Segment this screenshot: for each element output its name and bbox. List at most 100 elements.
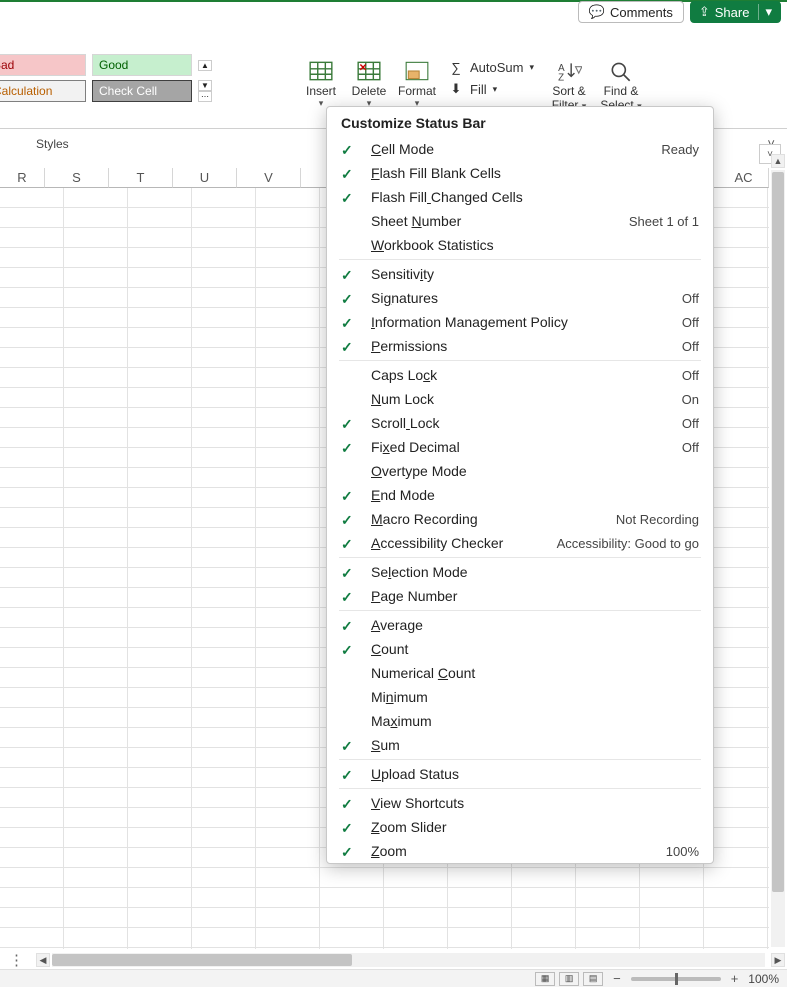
check-icon: ✓ xyxy=(341,536,353,553)
column-header[interactable]: U xyxy=(173,168,237,188)
fill-button[interactable]: ⬇ Fill ▾ xyxy=(448,78,534,100)
status-bar-menu-item[interactable]: ✓Cell ModeReady xyxy=(327,137,713,161)
menu-item-status: Ready xyxy=(661,142,699,157)
check-icon: ✓ xyxy=(341,767,353,784)
zoom-in-button[interactable]: + xyxy=(731,971,739,986)
scroll-up-button[interactable]: ▲ xyxy=(771,154,785,168)
autosum-button[interactable]: ∑ AutoSum ▾ xyxy=(448,56,534,78)
check-icon: ✓ xyxy=(341,565,353,582)
zoom-level[interactable]: 100% xyxy=(748,972,779,986)
status-bar-menu-item[interactable]: Maximum xyxy=(327,709,713,733)
menu-item-label: Count xyxy=(371,641,408,657)
status-bar-menu-item[interactable]: Num LockOn xyxy=(327,387,713,411)
style-bad[interactable]: Bad xyxy=(0,54,86,76)
status-bar-menu-item[interactable]: Overtype Mode xyxy=(327,459,713,483)
status-bar-menu-item[interactable]: Workbook Statistics xyxy=(327,233,713,257)
chevron-down-icon: ▾ xyxy=(493,84,498,95)
menu-item-label: Sensitivity xyxy=(371,266,434,282)
zoom-out-button[interactable]: − xyxy=(613,971,621,986)
zoom-slider[interactable] xyxy=(631,977,721,981)
status-bar: ▦ ▥ ▤ − + 100% xyxy=(0,969,787,987)
style-calculation[interactable]: Calculation xyxy=(0,80,86,102)
check-icon: ✓ xyxy=(341,820,353,837)
zoom-slider-thumb[interactable] xyxy=(675,973,678,985)
status-bar-menu-item[interactable]: ✓Page Number xyxy=(327,584,713,608)
insert-button[interactable]: Insert ▾ xyxy=(298,58,344,111)
styles-group-label: Styles xyxy=(36,137,69,151)
menu-item-label: Upload Status xyxy=(371,766,459,782)
menu-separator xyxy=(339,610,701,611)
menu-item-label: Overtype Mode xyxy=(371,463,467,479)
share-button[interactable]: ⇪ Share ▾ xyxy=(690,1,781,23)
share-label: Share xyxy=(715,5,750,20)
check-icon: ✓ xyxy=(341,796,353,813)
check-icon: ✓ xyxy=(341,738,353,755)
status-bar-menu-item[interactable]: Sheet NumberSheet 1 of 1 xyxy=(327,209,713,233)
horizontal-scroll-thumb[interactable] xyxy=(52,954,352,966)
status-bar-menu-item[interactable]: ✓Zoom100% xyxy=(327,839,713,863)
status-bar-menu-item[interactable]: ✓Macro RecordingNot Recording xyxy=(327,507,713,531)
status-bar-menu-item[interactable]: ✓ Count xyxy=(327,637,713,661)
comments-button[interactable]: 💬 Comments xyxy=(578,1,684,23)
menu-item-label: Workbook Statistics xyxy=(371,237,494,253)
check-icon: ✓ xyxy=(341,589,353,606)
styles-scroll-down[interactable]: ▼ xyxy=(198,80,212,91)
page-break-view-button[interactable]: ▤ xyxy=(583,972,603,986)
status-bar-menu-item[interactable]: Numerical Count xyxy=(327,661,713,685)
status-bar-menu-item[interactable]: ✓Average xyxy=(327,613,713,637)
customize-status-bar-menu: Customize Status Bar ✓Cell ModeReady✓Fla… xyxy=(326,106,714,864)
status-bar-menu-item[interactable]: ✓Sensitivity xyxy=(327,262,713,286)
status-bar-menu-item[interactable]: Caps LockOff xyxy=(327,363,713,387)
styles-more[interactable]: ⋯ xyxy=(198,91,212,102)
column-header[interactable]: AC xyxy=(719,168,769,188)
vertical-scrollbar[interactable] xyxy=(771,170,785,947)
horizontal-scrollbar[interactable] xyxy=(52,953,765,967)
check-icon: ✓ xyxy=(341,190,353,207)
scroll-left-button[interactable]: ◀ xyxy=(36,953,50,967)
page-layout-view-button[interactable]: ▥ xyxy=(559,972,579,986)
status-bar-menu-item[interactable]: ✓Selection Mode xyxy=(327,560,713,584)
normal-view-button[interactable]: ▦ xyxy=(535,972,555,986)
style-check-cell[interactable]: Check Cell xyxy=(92,80,192,102)
status-bar-menu-item[interactable]: ✓ Flash Fill Changed Cells xyxy=(327,185,713,209)
svg-text:Z: Z xyxy=(558,73,564,82)
menu-item-label: View Shortcuts xyxy=(371,795,464,811)
menu-item-label: Cell Mode xyxy=(371,141,434,157)
format-button[interactable]: Format ▾ xyxy=(394,58,440,111)
status-bar-menu-item[interactable]: ✓Flash Fill Blank Cells xyxy=(327,161,713,185)
check-icon: ✓ xyxy=(341,642,353,659)
check-icon: ✓ xyxy=(341,488,353,505)
style-good[interactable]: Good xyxy=(92,54,192,76)
sheet-tab-menu[interactable]: ⋮ xyxy=(0,951,34,969)
scroll-right-button[interactable]: ▶ xyxy=(771,953,785,967)
menu-item-label: Caps Lock xyxy=(371,367,437,383)
vertical-scroll-thumb[interactable] xyxy=(772,172,784,892)
menu-item-label: Zoom Slider xyxy=(371,819,446,835)
styles-gallery[interactable]: Bad Good ▲ Calculation Check Cell ▼ ⋯ xyxy=(0,54,280,106)
styles-scroll-up[interactable]: ▲ xyxy=(198,60,212,71)
status-bar-menu-item[interactable]: Minimum xyxy=(327,685,713,709)
menu-item-label: Flash Fill Changed Cells xyxy=(371,189,523,205)
column-header[interactable]: R xyxy=(0,168,45,188)
menu-item-status: 100% xyxy=(666,844,699,859)
status-bar-menu-item[interactable]: ✓ Zoom Slider xyxy=(327,815,713,839)
check-icon: ✓ xyxy=(341,291,353,308)
status-bar-menu-item[interactable]: ✓Sum xyxy=(327,733,713,757)
status-bar-menu-item[interactable]: ✓End Mode xyxy=(327,483,713,507)
status-bar-menu-item[interactable]: ✓ Upload Status xyxy=(327,762,713,786)
delete-button[interactable]: Delete ▾ xyxy=(346,58,392,111)
menu-item-label: Permissions xyxy=(371,338,447,354)
status-bar-menu-item[interactable]: ✓Information Management PolicyOff xyxy=(327,310,713,334)
status-bar-menu-item[interactable]: ✓Scroll LockOff xyxy=(327,411,713,435)
column-header[interactable]: S xyxy=(45,168,109,188)
status-bar-menu-item[interactable]: ✓ View Shortcuts xyxy=(327,791,713,815)
menu-item-label: Average xyxy=(371,617,423,633)
status-bar-menu-item[interactable]: ✓SignaturesOff xyxy=(327,286,713,310)
column-header[interactable]: V xyxy=(237,168,301,188)
status-bar-menu-item[interactable]: ✓PermissionsOff xyxy=(327,334,713,358)
menu-item-status: Off xyxy=(682,416,699,431)
status-bar-menu-item[interactable]: ✓Fixed DecimalOff xyxy=(327,435,713,459)
column-header[interactable]: T xyxy=(109,168,173,188)
status-bar-menu-item[interactable]: ✓Accessibility CheckerAccessibility: Goo… xyxy=(327,531,713,555)
menu-item-label: Zoom xyxy=(371,843,407,859)
